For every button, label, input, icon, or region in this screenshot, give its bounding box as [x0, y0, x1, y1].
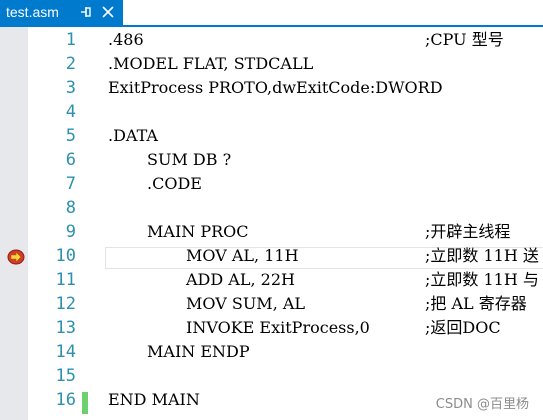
line-number: 11 — [55, 270, 76, 290]
line-number: 9 — [65, 222, 76, 242]
code-editor[interactable]: 1 2 3 4 5 6 7 8 9 10 11 12 13 14 15 16 .… — [0, 27, 543, 420]
line-number: 10 — [55, 246, 76, 266]
comment-line-12: ;把 AL 寄存器 — [425, 294, 527, 313]
line-number: 16 — [55, 390, 76, 410]
comment-line-10: ;立即数 11H 送 — [425, 246, 539, 265]
code-line-6: SUM DB ? — [147, 150, 232, 169]
tab-title: test.asm — [6, 4, 59, 20]
comment-line-1: ;CPU 型号 — [425, 30, 504, 49]
watermark: CSDN @百里杨 — [435, 397, 529, 412]
comment-line-13: ;返回DOC — [425, 318, 501, 337]
tab-test-asm[interactable]: test.asm — [0, 0, 123, 25]
tab-bar: test.asm — [0, 0, 543, 27]
code-line-12: MOV SUM, AL — [186, 294, 306, 313]
change-indicator — [82, 392, 88, 414]
glyph-margin[interactable] — [0, 27, 28, 420]
line-number: 3 — [65, 78, 76, 98]
line-number: 15 — [55, 366, 76, 386]
code-line-3: ExitProcess PROTO,dwExitCode:DWORD — [108, 78, 443, 97]
breakpoint-arrow-icon[interactable] — [7, 249, 25, 265]
line-number: 14 — [55, 342, 76, 362]
code-line-2: .MODEL FLAT, STDCALL — [108, 54, 314, 73]
line-number: 13 — [55, 318, 76, 338]
code-line-11: ADD AL, 22H — [186, 270, 295, 289]
code-line-16: END MAIN — [108, 390, 200, 409]
line-number: 7 — [65, 174, 76, 194]
pin-icon[interactable] — [80, 4, 92, 20]
code-line-13: INVOKE ExitProcess,0 — [186, 318, 370, 337]
code-line-5: .DATA — [108, 126, 158, 145]
code-line-9: MAIN PROC — [147, 222, 249, 241]
close-icon[interactable] — [101, 4, 115, 20]
line-number: 8 — [65, 198, 76, 218]
code-line-1: .486 — [108, 30, 144, 49]
line-number: 1 — [65, 30, 76, 50]
line-number: 5 — [65, 126, 76, 146]
comment-line-11: ;立即数 11H 与 — [425, 270, 539, 289]
line-number: 12 — [55, 294, 76, 314]
code-line-14: MAIN ENDP — [147, 342, 250, 361]
line-number: 6 — [65, 150, 76, 170]
line-number: 2 — [65, 54, 76, 74]
comment-line-9: ;开辟主线程 — [425, 222, 511, 241]
code-line-7: .CODE — [147, 174, 202, 193]
line-number: 4 — [65, 102, 76, 122]
code-line-10: MOV AL, 11H — [186, 246, 299, 265]
